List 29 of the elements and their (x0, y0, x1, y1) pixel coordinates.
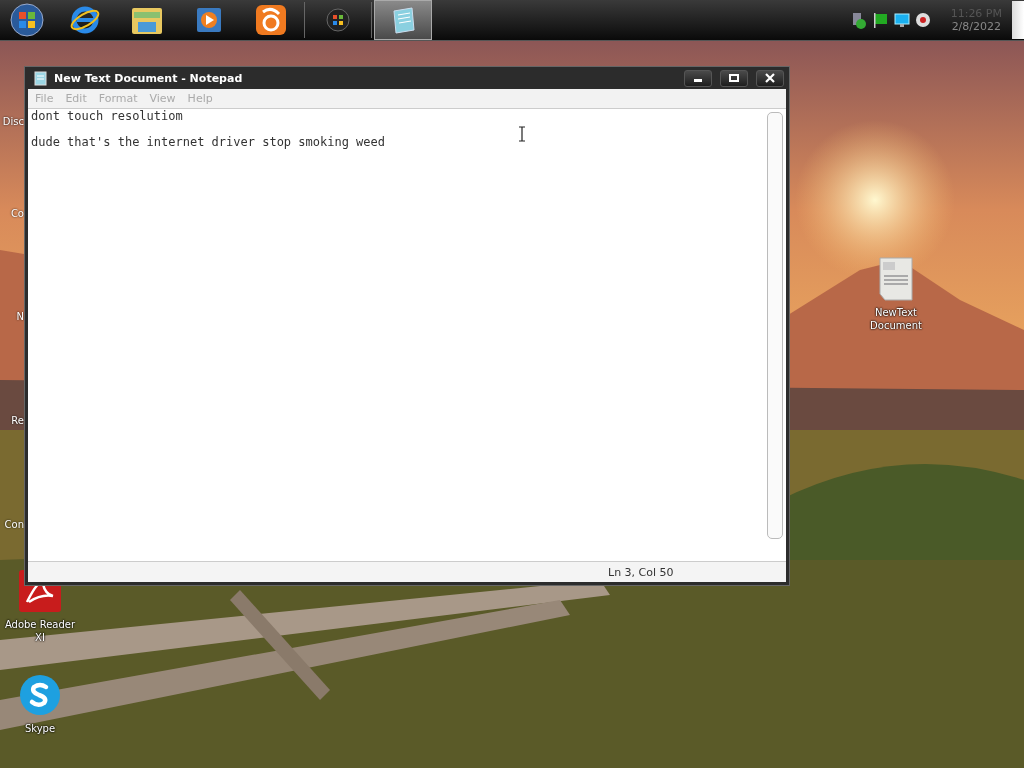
maximize-icon (729, 74, 739, 82)
desktop-icon-label[interactable]: Disc (2, 116, 24, 127)
desktop-icon-label[interactable]: Co (10, 208, 24, 219)
clock-date: 2/8/2022 (951, 20, 1002, 33)
desktop-icon-label[interactable]: NewText Document (858, 306, 934, 332)
chat-app-icon[interactable] (17, 672, 63, 718)
scrollbar[interactable] (767, 112, 783, 539)
window-title: New Text Document - Notepad (54, 71, 243, 85)
close-button[interactable] (756, 69, 784, 87)
desktop-icon-label[interactable]: Skype (2, 722, 78, 735)
taskbar-button[interactable] (374, 0, 432, 40)
text-line: dont touch resolutiom (31, 109, 183, 123)
minimize-button[interactable] (684, 69, 712, 87)
media-center-icon (326, 8, 350, 32)
text-area[interactable]: dont touch resolutiom dude that's the internet driver stop smoking weed (28, 109, 786, 561)
media-player-icon (194, 5, 224, 35)
desktop-icon-label[interactable]: Re (11, 415, 24, 426)
text-line: dude that's the internet driver stop smoking weed (31, 135, 385, 149)
notepad-icon (32, 70, 48, 86)
cursor-position: Ln 3, Col 50 (608, 565, 674, 579)
maximize-button[interactable] (720, 69, 748, 87)
desktop-icon-label[interactable]: Con (4, 519, 24, 530)
squirrel-app-icon (255, 4, 287, 36)
text-cursor-icon (518, 126, 526, 142)
text-file-icon[interactable] (877, 256, 915, 302)
close-icon (765, 73, 775, 83)
browser-icon (69, 4, 101, 36)
windows-logo-icon (10, 3, 44, 37)
desktop-icon-label[interactable]: N (16, 311, 24, 322)
